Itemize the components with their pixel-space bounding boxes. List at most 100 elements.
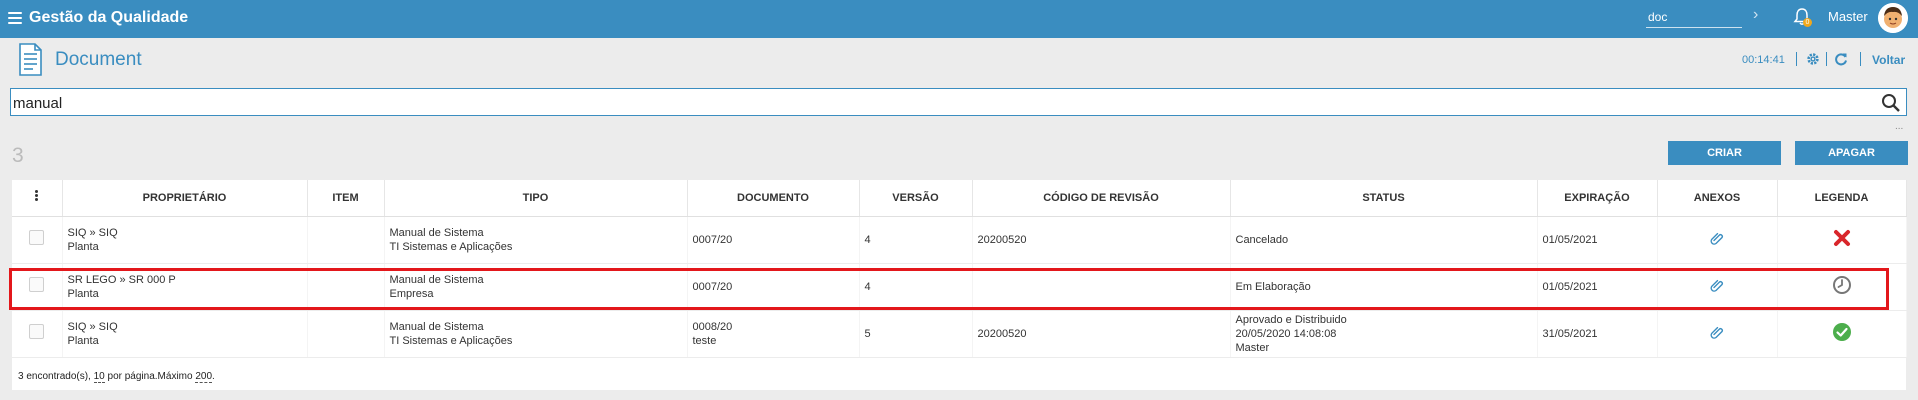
user-avatar[interactable] [1878,3,1908,33]
status-text: Aprovado e Distribuido [1235,313,1347,326]
item-cell [307,216,385,264]
gear-icon[interactable] [1806,52,1820,66]
header-status[interactable]: STATUS [1230,180,1538,217]
attachments-cell [1657,216,1778,264]
status-cell: Em Elaboração [1230,263,1538,311]
table-row[interactable]: SIQ » SIQ Planta Manual de Sistema TI Sist… [12,310,1907,358]
status-text: Cancelado [1235,233,1289,246]
toolbar-divider [1826,52,1827,66]
status-text: Em Elaboração [1235,280,1311,293]
row-checkbox[interactable] [29,230,45,245]
pagination-info: 3 encontrado(s), 10 por página.Máximo 20… [18,371,215,383]
header-legend[interactable]: LEGENDA [1777,180,1907,217]
toolbar-divider [1860,52,1861,66]
clock-icon [1832,275,1851,294]
owner-cell: SR LEGO » SR 000 P Planta [62,263,308,311]
cancelled-x-icon [1833,229,1850,246]
version-cell: 4 [859,263,973,311]
expiration-cell: 01/05/2021 [1537,216,1658,264]
max-selector[interactable]: 200 [195,371,213,383]
header-revision-code[interactable]: CÓDIGO DE REVISÃO [972,180,1231,217]
document-search-input[interactable] [13,93,1873,113]
header-type[interactable]: TIPO [384,180,688,217]
user-name[interactable]: Master [1828,9,1868,24]
owner-name: SIQ » SIQ [67,320,118,333]
status-date: 20/05/2020 14:08:08 [1235,327,1337,340]
row-select-cell [12,310,63,358]
pagination-period: . [212,371,215,382]
document-cell: 0007/20 [687,263,860,311]
owner-name: SIQ » SIQ [67,226,118,239]
item-cell [307,263,385,311]
header-document[interactable]: DOCUMENTO [687,180,860,217]
header-version[interactable]: VERSÃO [859,180,973,217]
per-page-text: por página.Máximo [104,371,196,382]
paperclip-icon[interactable] [1710,278,1724,292]
document-number: 0007/20 [692,233,733,246]
session-timer: 00:14:41 [1742,54,1785,66]
approved-check-icon [1832,322,1851,341]
table-row[interactable]: SIQ » SIQ Planta Manual de Sistema TI Sist… [12,216,1907,264]
row-checkbox[interactable] [29,277,45,292]
type-name: Manual de Sistema [389,273,484,286]
paperclip-icon[interactable] [1710,325,1724,339]
header-expiration[interactable]: EXPIRAÇÃO [1537,180,1658,217]
header-item[interactable]: ITEM [307,180,385,217]
owner-cell: SIQ » SIQ Planta [62,310,308,358]
refresh-icon[interactable] [1834,52,1848,66]
back-link[interactable]: Voltar [1872,53,1905,67]
document-cell: 0008/20 teste [687,310,860,358]
create-button[interactable]: CRIAR [1668,141,1781,165]
result-count: 3 [12,144,24,167]
type-cell: Manual de Sistema TI Sistemas e Aplicaçõe… [384,310,688,358]
search-go-chevron-icon[interactable]: › [1753,6,1758,24]
revision-code-cell: 20200520 [972,216,1231,264]
documents-table-panel: PROPRIETÁRIO ITEM TIPO DOCUMENTO VERSÃO … [12,180,1907,390]
legend-cell [1777,263,1907,311]
type-cell: Manual de Sistema Empresa [384,263,688,311]
expiration-cell: 31/05/2021 [1537,310,1658,358]
advanced-search-toggle[interactable]: ... [1895,121,1903,132]
notification-badge: 0 [1803,18,1812,27]
revision-code-cell [972,263,1231,311]
legend-cell [1777,216,1907,264]
legend-cell [1777,310,1907,358]
delete-button[interactable]: APAGAR [1795,141,1908,165]
type-area: TI Sistemas e Aplicações [389,334,513,347]
type-cell: Manual de Sistema TI Sistemas e Aplicaçõe… [384,216,688,264]
type-name: Manual de Sistema [389,226,484,239]
version-cell: 5 [859,310,973,358]
table-header-row: PROPRIETÁRIO ITEM TIPO DOCUMENTO VERSÃO … [12,180,1907,217]
hamburger-menu-icon[interactable] [8,12,22,24]
status-cell: Cancelado [1230,216,1538,264]
paperclip-icon[interactable] [1710,231,1724,245]
owner-site: Planta [67,334,99,347]
expiration-cell: 01/05/2021 [1537,263,1658,311]
document-note: teste [692,334,717,347]
owner-site: Planta [67,240,99,253]
owner-site: Planta [67,287,99,300]
owner-cell: SIQ » SIQ Planta [62,216,308,264]
app-title: Gestão da Qualidade [29,9,189,26]
document-search-box [10,88,1907,116]
document-number: 0008/20 [692,320,733,333]
table-row[interactable]: SR LEGO » SR 000 P Planta Manual de Siste… [12,263,1907,311]
header-owner[interactable]: PROPRIETÁRIO [62,180,308,217]
per-page-selector[interactable]: 10 [93,371,105,383]
status-cell: Aprovado e Distribuido 20/05/2020 14:08:0… [1230,310,1538,358]
header-attachments[interactable]: ANEXOS [1657,180,1778,217]
revision-code-cell: 20200520 [972,310,1231,358]
attachments-cell [1657,310,1778,358]
kebab-menu-icon[interactable] [35,190,39,202]
document-cell: 0007/20 [687,216,860,264]
search-icon[interactable] [1881,93,1901,113]
row-checkbox[interactable] [29,324,45,339]
item-cell [307,310,385,358]
found-count-text: 3 encontrado(s), [18,371,94,382]
status-user: Master [1235,341,1270,354]
global-search-input[interactable] [1646,7,1742,28]
row-select-cell [12,216,63,264]
column-options-kebab[interactable] [12,180,63,217]
row-select-cell [12,263,63,311]
top-navbar: Gestão da Qualidade › 0 Master [0,0,1918,38]
